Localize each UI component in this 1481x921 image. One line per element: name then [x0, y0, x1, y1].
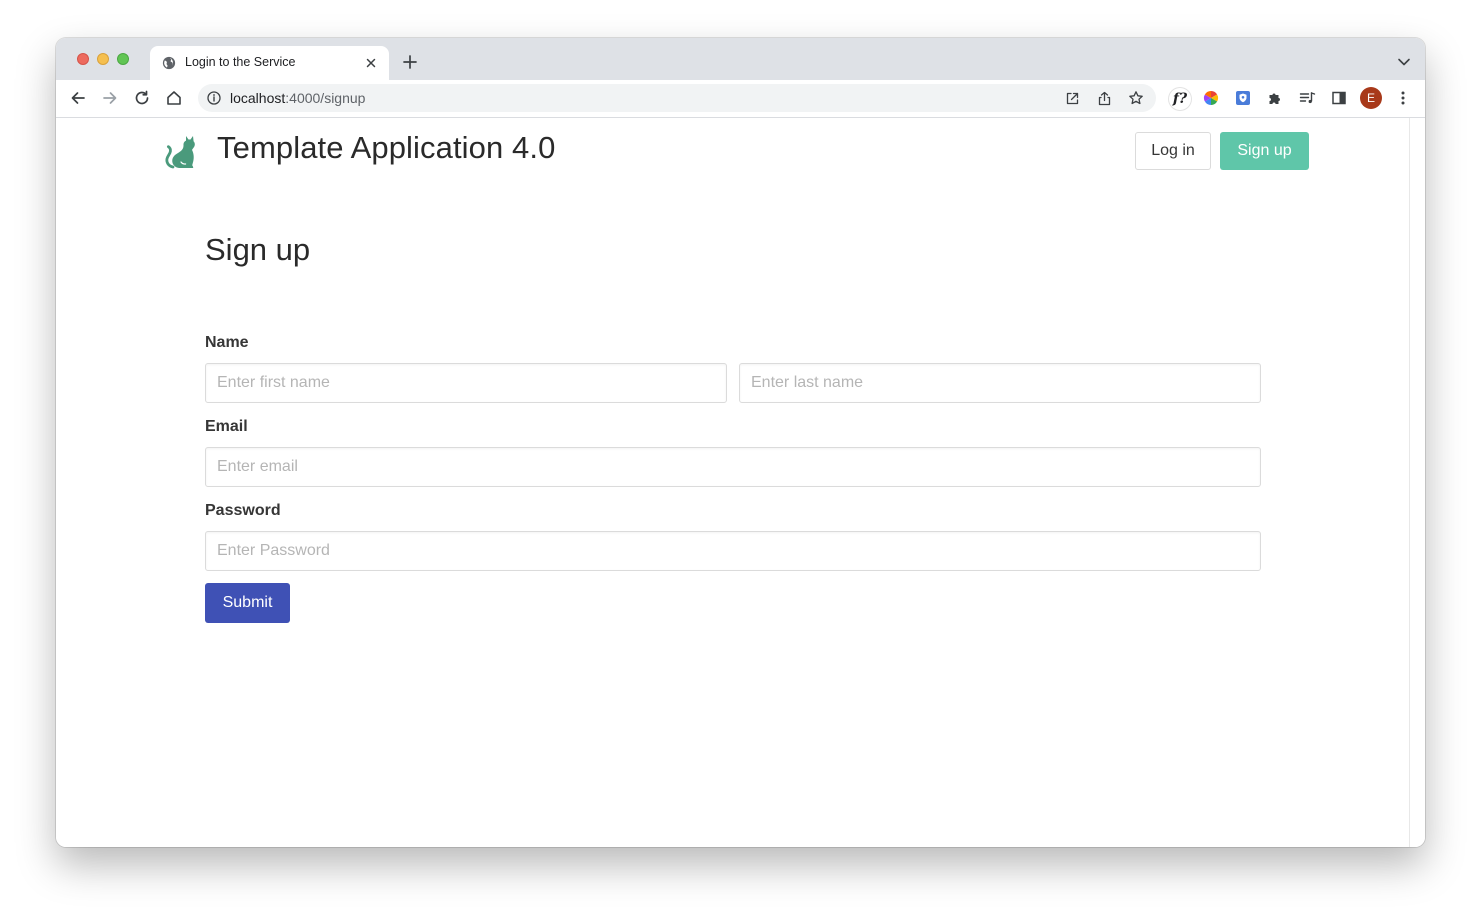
playlist-icon: [1299, 92, 1315, 104]
name-label: Name: [205, 334, 249, 351]
browser-toolbar: localhost:4000/signup f? E: [56, 80, 1425, 118]
side-panel-button[interactable]: [1329, 88, 1349, 108]
arrow-left-icon: [71, 92, 85, 104]
url-text: localhost:4000/signup: [230, 90, 365, 106]
profile-avatar[interactable]: E: [1360, 87, 1382, 109]
chevron-down-icon[interactable]: [1397, 57, 1411, 67]
page-viewport: Template Application 4.0 Log in Sign up …: [56, 118, 1425, 847]
tab-title: Login to the Service: [185, 55, 296, 69]
star-icon: [1129, 91, 1143, 105]
signup-button[interactable]: Sign up: [1220, 132, 1309, 170]
maximize-window-button[interactable]: [117, 53, 129, 65]
reload-icon: [135, 90, 149, 105]
globe-icon: [162, 56, 176, 70]
close-tab-icon[interactable]: [363, 55, 379, 71]
puzzle-icon: [1269, 93, 1280, 104]
home-icon: [167, 91, 181, 105]
home-button[interactable]: [164, 88, 184, 108]
address-bar[interactable]: localhost:4000/signup: [198, 84, 1156, 112]
arrow-right-icon: [103, 92, 117, 104]
browser-menu-button[interactable]: [1393, 88, 1413, 108]
email-input[interactable]: [205, 447, 1261, 487]
submit-button[interactable]: Submit: [205, 583, 290, 623]
password-label: Password: [205, 502, 281, 519]
page-title: Sign up: [205, 232, 311, 267]
more-vertical-icon: [1401, 91, 1405, 105]
close-window-button[interactable]: [77, 53, 89, 65]
browser-window: Login to the Service localhost:4000/sign…: [56, 38, 1425, 847]
shield-icon: [1236, 91, 1250, 105]
extension-color-button[interactable]: [1201, 88, 1221, 108]
browser-tab-active[interactable]: Login to the Service: [150, 46, 389, 80]
open-in-app-button[interactable]: [1062, 88, 1082, 108]
login-button[interactable]: Log in: [1135, 132, 1211, 170]
brand-title[interactable]: Template Application 4.0: [217, 130, 555, 166]
cat-logo-icon: [165, 136, 195, 169]
email-label: Email: [205, 418, 248, 435]
extension-shield-button[interactable]: [1233, 88, 1253, 108]
page-scrollbar[interactable]: [1409, 118, 1425, 847]
external-link-icon: [1066, 92, 1078, 104]
info-icon[interactable]: [207, 91, 221, 105]
tab-strip: Login to the Service: [56, 38, 1425, 80]
color-wheel-icon: [1203, 90, 1219, 106]
password-input[interactable]: [205, 531, 1261, 571]
last-name-input[interactable]: [739, 363, 1261, 403]
new-tab-icon[interactable]: [402, 54, 418, 70]
share-button[interactable]: [1094, 88, 1114, 108]
first-name-input[interactable]: [205, 363, 727, 403]
media-control-button[interactable]: [1297, 88, 1317, 108]
share-icon: [1098, 91, 1110, 105]
reload-button[interactable]: [132, 88, 152, 108]
back-button[interactable]: [68, 88, 88, 108]
url-host: localhost: [230, 90, 286, 106]
bookmark-button[interactable]: [1126, 88, 1146, 108]
forward-button[interactable]: [100, 88, 120, 108]
minimize-window-button[interactable]: [97, 53, 109, 65]
url-path: :4000/signup: [285, 90, 366, 106]
side-panel-icon: [1332, 91, 1346, 105]
extension-fonts-button[interactable]: f?: [1169, 88, 1191, 110]
extensions-button[interactable]: [1265, 88, 1285, 108]
extension-fonts-label: f?: [1172, 91, 1188, 107]
